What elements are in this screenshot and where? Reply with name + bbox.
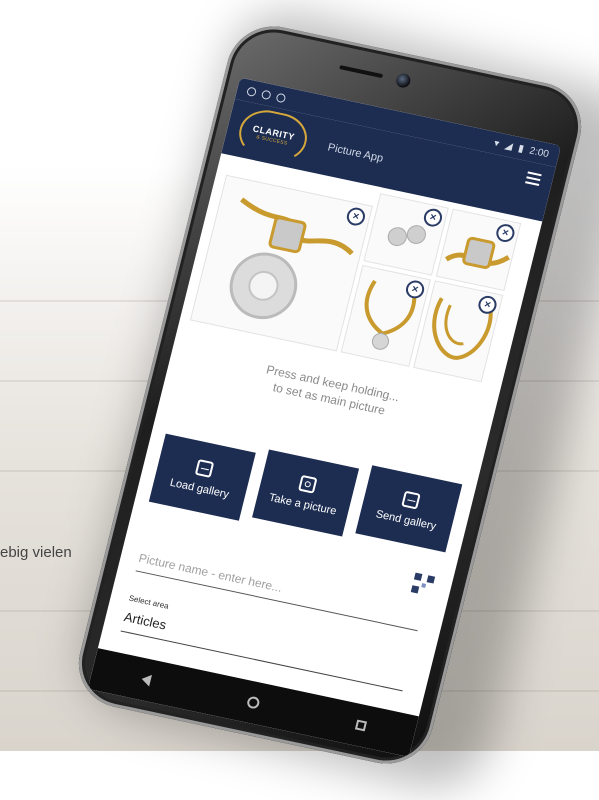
select-area-label: Select area	[127, 593, 170, 611]
gallery-icon	[194, 458, 215, 478]
send-gallery-label: Send gallery	[374, 507, 438, 533]
gallery-icon	[401, 490, 421, 510]
clock: 2:00	[528, 144, 551, 160]
earring-photo	[387, 225, 426, 247]
load-gallery-button[interactable]: Load gallery	[148, 433, 256, 521]
take-picture-label: Take a picture	[267, 491, 338, 518]
notification-icon	[260, 89, 272, 100]
wifi-icon: ▾	[492, 137, 501, 150]
app-title: Picture App	[326, 141, 385, 165]
front-camera	[394, 72, 412, 89]
photo-tile[interactable]: ×	[363, 193, 449, 276]
recent-apps-icon[interactable]	[354, 719, 367, 732]
action-bar: Load gallery Take a picture Send gallery	[148, 422, 463, 564]
battery-icon: ▮	[517, 142, 526, 155]
speaker-grille	[339, 65, 384, 79]
phone-device: ▾ ◢ ▮ 2:00 CLARITY & SUCCESS Picture App	[69, 17, 591, 773]
background-text: ebig vielen	[0, 544, 72, 561]
take-picture-button[interactable]: Take a picture	[252, 449, 360, 537]
picture-name-input[interactable]	[135, 545, 424, 632]
signal-icon: ◢	[503, 139, 514, 153]
back-icon[interactable]	[139, 672, 152, 687]
ring-photo	[444, 236, 510, 269]
home-icon[interactable]	[245, 695, 261, 710]
menu-icon[interactable]	[525, 171, 542, 186]
notification-icon	[275, 92, 287, 103]
brand-logo: CLARITY & SUCCESS	[233, 105, 313, 167]
notification-icon	[246, 85, 258, 97]
select-area-dropdown[interactable]: Articles	[123, 609, 168, 632]
pendant-photo	[229, 197, 354, 320]
photo-tile[interactable]: ×	[435, 208, 522, 292]
send-gallery-button[interactable]: Send gallery	[355, 465, 463, 553]
load-gallery-label: Load gallery	[168, 476, 231, 501]
main-photo-tile[interactable]: ×	[189, 174, 374, 352]
camera-icon	[298, 474, 318, 494]
qr-scan-icon[interactable]	[410, 572, 436, 597]
